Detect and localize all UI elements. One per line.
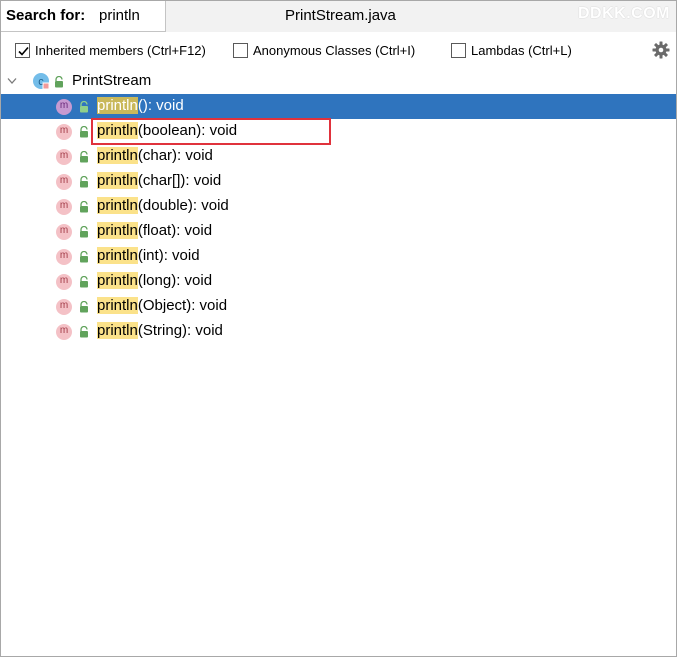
method-item[interactable]: m println(char): void <box>1 144 676 169</box>
options-bar: Inherited members (Ctrl+F12) Anonymous C… <box>1 33 676 67</box>
method-icon: m <box>56 224 72 240</box>
method-icon: m <box>56 174 72 190</box>
anonymous-classes-toggle[interactable]: Anonymous Classes (Ctrl+I) <box>233 41 415 59</box>
method-item[interactable]: m println(String): void <box>1 319 676 344</box>
anonymous-classes-label: Anonymous Classes (Ctrl+I) <box>253 42 416 58</box>
method-icon: m <box>56 299 72 315</box>
method-icon: m <box>56 249 72 265</box>
method-item[interactable]: m println(): void <box>1 94 676 119</box>
chevron-down-icon[interactable] <box>7 77 17 85</box>
method-signature: println(long): void <box>97 272 212 289</box>
method-signature: println(char[]): void <box>97 172 221 189</box>
method-signature-rest: (double): void <box>137 197 229 214</box>
method-signature: println(int): void <box>97 247 200 264</box>
method-signature-rest: (int): void <box>137 247 200 264</box>
lambdas-toggle[interactable]: Lambdas (Ctrl+L) <box>451 41 572 59</box>
method-signature: println(double): void <box>97 197 229 214</box>
method-item[interactable]: m println(long): void <box>1 269 676 294</box>
method-icon: m <box>56 99 72 115</box>
method-icon: m <box>56 149 72 165</box>
search-match-highlight: println <box>97 197 138 214</box>
method-icon: m <box>56 274 72 290</box>
public-lock-icon <box>80 151 88 163</box>
inherited-members-label: Inherited members (Ctrl+F12) <box>35 42 206 58</box>
search-header: Search for: println PrintStream.java DDK… <box>1 1 676 32</box>
public-lock-icon <box>80 326 88 338</box>
search-match-highlight: println <box>97 172 138 189</box>
method-signature-rest: (): void <box>137 97 184 114</box>
method-icon: m <box>56 324 72 340</box>
method-item[interactable]: m println(char[]): void <box>1 169 676 194</box>
method-signature-rest: (Object): void <box>137 297 228 314</box>
lambdas-checkbox[interactable] <box>451 42 466 58</box>
method-icon: m <box>56 199 72 215</box>
public-lock-icon <box>80 251 88 263</box>
structure-popup: Search for: println PrintStream.java DDK… <box>0 0 677 657</box>
file-title: PrintStream.java <box>285 7 396 24</box>
anonymous-classes-checkbox[interactable] <box>233 42 248 58</box>
public-lock-icon <box>80 276 88 288</box>
public-lock-icon <box>80 226 88 238</box>
method-signature-rest: (long): void <box>137 272 213 289</box>
public-lock-icon <box>55 76 63 88</box>
checkmark-icon <box>18 46 29 56</box>
public-lock-icon <box>80 176 88 188</box>
class-icon: c <box>33 73 50 90</box>
method-item[interactable]: m println(int): void <box>1 244 676 269</box>
gear-icon[interactable] <box>652 41 670 59</box>
method-item[interactable]: m println(double): void <box>1 194 676 219</box>
method-signature: println(float): void <box>97 222 212 239</box>
method-icon: m <box>56 124 72 140</box>
method-signature-rest: (float): void <box>137 222 213 239</box>
public-lock-icon <box>80 201 88 213</box>
search-match-highlight: println <box>97 272 138 289</box>
public-lock-icon <box>80 126 88 138</box>
search-match-highlight: println <box>97 147 138 164</box>
method-signature-rest: (String): void <box>137 322 223 339</box>
inherited-members-toggle[interactable]: Inherited members (Ctrl+F12) <box>15 41 206 59</box>
inherited-members-checkbox[interactable] <box>15 42 30 58</box>
annotation-highlight-box <box>91 118 331 145</box>
search-match-highlight: println <box>97 97 138 114</box>
search-input[interactable]: println <box>99 7 140 24</box>
method-signature: println(): void <box>97 97 184 114</box>
method-signature-rest: (char): void <box>137 147 213 164</box>
class-name: PrintStream <box>72 72 152 89</box>
public-lock-icon <box>80 101 88 113</box>
search-label: Search for: <box>6 7 86 24</box>
method-item[interactable]: m println(Object): void <box>1 294 676 319</box>
method-signature: println(char): void <box>97 147 213 164</box>
search-field[interactable]: Search for: println <box>1 1 166 32</box>
search-match-highlight: println <box>97 297 138 314</box>
method-signature: println(String): void <box>97 322 223 339</box>
lambdas-label: Lambdas (Ctrl+L) <box>471 42 572 58</box>
tree-root-printstream[interactable]: c PrintStream <box>1 69 676 94</box>
method-item[interactable]: m println(float): void <box>1 219 676 244</box>
search-match-highlight: println <box>97 322 138 339</box>
search-match-highlight: println <box>97 222 138 239</box>
search-match-highlight: println <box>97 247 138 264</box>
public-lock-icon <box>80 301 88 313</box>
method-signature: println(Object): void <box>97 297 227 314</box>
watermark: DDKK.COM <box>578 5 670 22</box>
method-signature-rest: (char[]): void <box>137 172 222 189</box>
